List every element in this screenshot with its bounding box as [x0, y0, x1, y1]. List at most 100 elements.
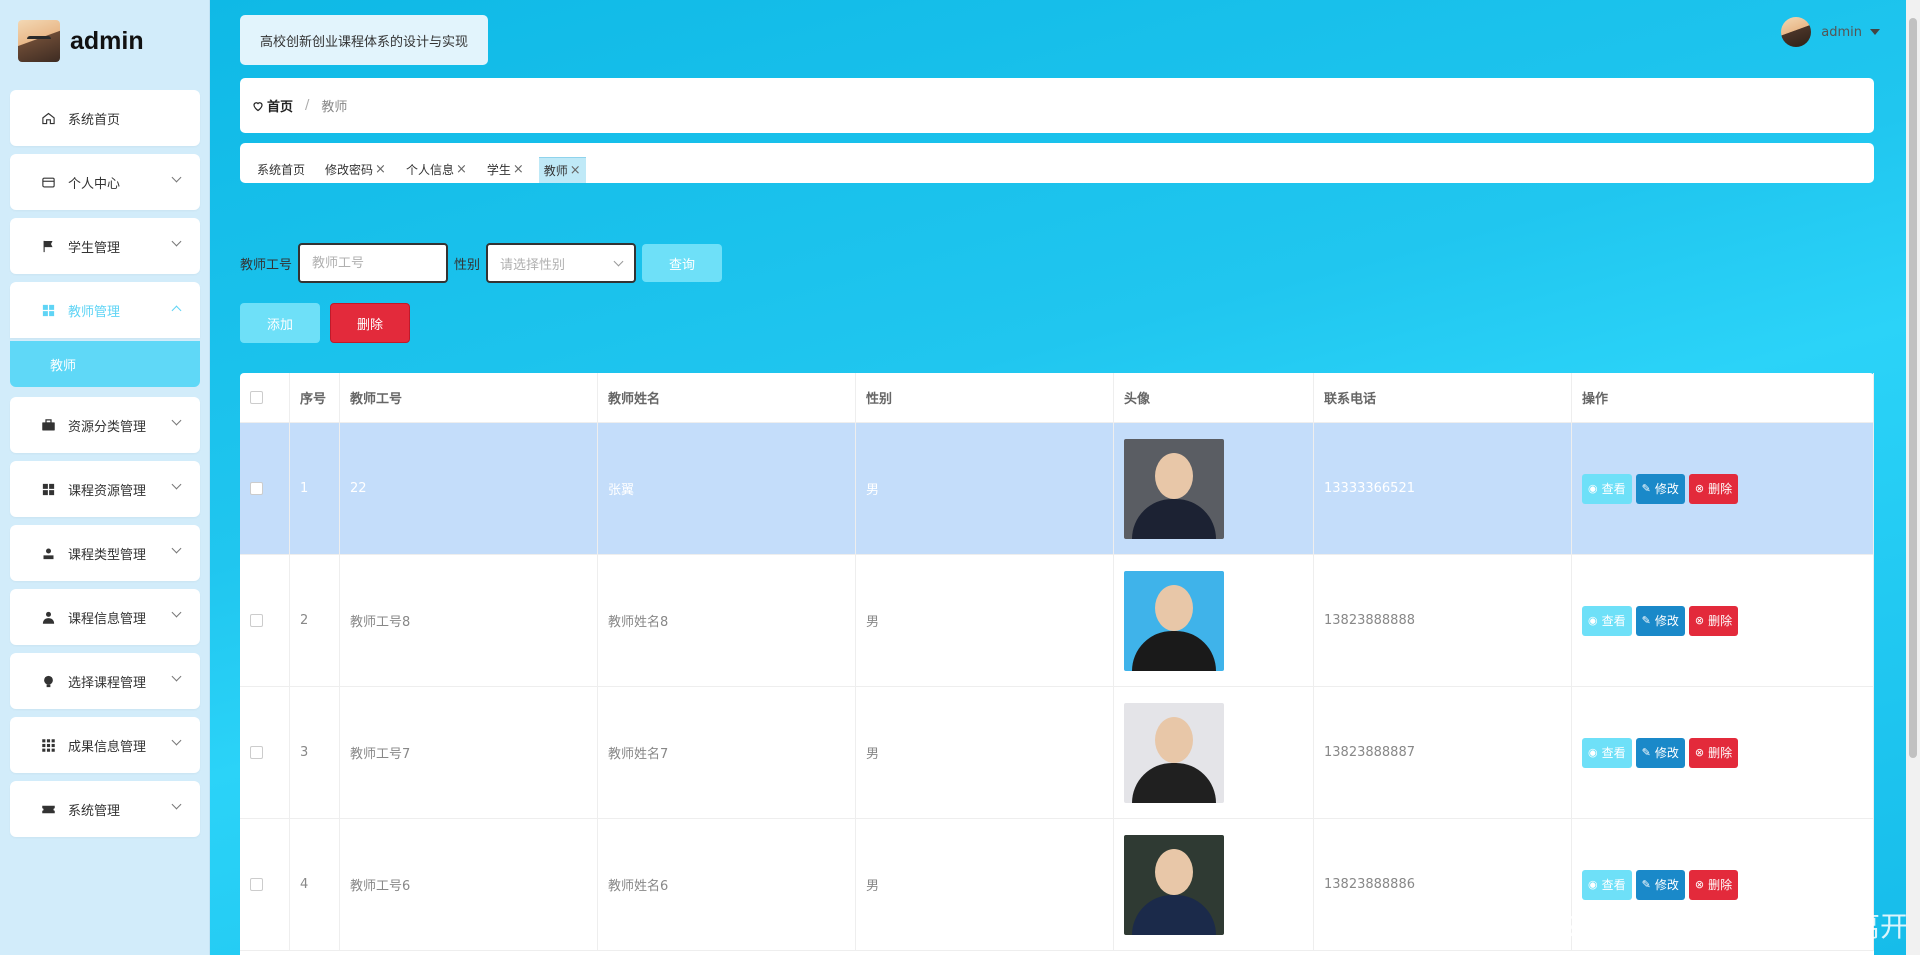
- person-icon: [40, 609, 56, 625]
- teacher-photo: [1124, 570, 1224, 671]
- sidebar-item-10[interactable]: 成果信息管理: [10, 717, 200, 773]
- tab-4[interactable]: 学生 ×: [482, 157, 529, 183]
- row-action-group: ◉ 查看 ✎ 修改 ⊗ 删除: [1582, 605, 1742, 636]
- row-index: 1: [290, 423, 340, 554]
- breadcrumb-home[interactable]: 首页: [252, 96, 293, 115]
- teacher-id-input[interactable]: [298, 243, 449, 283]
- delete-button[interactable]: 删除: [330, 303, 410, 343]
- edit-button[interactable]: ✎ 修改: [1635, 869, 1685, 900]
- view-button-label: 查看: [1601, 878, 1626, 892]
- teacher-photo-cell: [1114, 555, 1314, 686]
- query-button[interactable]: 查询: [642, 244, 723, 282]
- sidebar-item-label: 资源分类管理: [68, 419, 147, 435]
- teacher-photo: [1124, 438, 1224, 539]
- gender-select-placeholder: 请选择性别: [500, 257, 566, 273]
- sidebar-item-5[interactable]: 资源分类管理: [10, 397, 200, 453]
- close-icon[interactable]: ×: [570, 158, 581, 184]
- tab-label: 学生: [486, 163, 511, 177]
- scrollbar-thumb[interactable]: [1909, 18, 1917, 758]
- sidebar: admin 系统首页个人中心学生管理教师管理资源分类管理 课程资源管理 课程类型管理…: [0, 0, 210, 955]
- column-header: 教师工号: [340, 373, 598, 422]
- edit-button[interactable]: ✎ 修改: [1635, 605, 1685, 636]
- user-menu[interactable]: admin: [1781, 17, 1880, 47]
- brand-name: admin: [70, 26, 144, 55]
- sidebar-item-label: 课程资源管理: [68, 483, 147, 499]
- delete-icon: ⊗: [1694, 878, 1705, 891]
- tab-2[interactable]: 修改密码 ×: [320, 157, 391, 183]
- close-icon[interactable]: ×: [513, 157, 524, 183]
- sidebar-item-1[interactable]: 系统首页: [10, 90, 200, 146]
- view-button[interactable]: ◉ 查看: [1582, 737, 1632, 768]
- row-checkbox[interactable]: [250, 482, 263, 495]
- row-select-cell: [240, 423, 290, 554]
- row-checkbox[interactable]: [250, 614, 263, 627]
- sidebar-item-2[interactable]: 个人中心: [10, 154, 200, 210]
- sidebar-item-8[interactable]: 课程信息管理: [10, 589, 200, 645]
- sidebar-item-label: 课程类型管理: [68, 547, 147, 563]
- chevron-down-icon: [171, 479, 182, 490]
- add-button[interactable]: 添加: [240, 303, 320, 343]
- delete-icon: ⊗: [1694, 482, 1705, 495]
- table-row[interactable]: 3 教师工号7 教师姓名7 男 13823888887 ◉ 查看 ✎ 修改 ⊗ 删除: [240, 687, 1874, 819]
- tab-5[interactable]: 教师 ×: [538, 157, 586, 184]
- ticket-icon: [40, 801, 56, 817]
- row-actions: ◉ 查看 ✎ 修改 ⊗ 删除: [1572, 555, 1874, 686]
- sidebar-item-label: 系统首页: [68, 112, 121, 128]
- delete-icon: ⊗: [1694, 746, 1705, 759]
- view-button[interactable]: ◉ 查看: [1582, 869, 1632, 900]
- close-icon[interactable]: ×: [375, 157, 386, 183]
- edit-button-label: 修改: [1654, 878, 1679, 892]
- teacher-phone: 13823888887: [1314, 687, 1572, 818]
- edit-button[interactable]: ✎ 修改: [1635, 473, 1685, 504]
- row-delete-button[interactable]: ⊗ 删除: [1688, 869, 1739, 900]
- row-delete-button[interactable]: ⊗ 删除: [1688, 605, 1739, 636]
- row-delete-button-label: 删除: [1708, 482, 1733, 496]
- chevron-down-icon: [171, 236, 182, 247]
- chevron-down-icon: [171, 799, 182, 810]
- sidebar-item-9[interactable]: 选择课程管理: [10, 653, 200, 709]
- edit-button-label: 修改: [1654, 482, 1679, 496]
- delete-icon: ⊗: [1694, 614, 1705, 627]
- row-checkbox[interactable]: [250, 746, 263, 759]
- sidebar-subitem-teacher[interactable]: 教师: [10, 341, 200, 387]
- tab-1[interactable]: 系统首页: [252, 157, 310, 183]
- row-index: 2: [290, 555, 340, 686]
- teacher-photo: [1124, 834, 1224, 935]
- brand: admin: [0, 0, 209, 82]
- select-all-cell: [240, 373, 290, 422]
- teacher-name: 教师姓名6: [598, 819, 856, 950]
- close-icon[interactable]: ×: [456, 157, 467, 183]
- user-avatar: [1781, 17, 1812, 47]
- page-scrollbar[interactable]: [1906, 0, 1920, 955]
- row-action-group: ◉ 查看 ✎ 修改 ⊗ 删除: [1582, 869, 1742, 900]
- view-button[interactable]: ◉ 查看: [1582, 473, 1632, 504]
- home-icon: [40, 110, 56, 126]
- tab-3[interactable]: 个人信息 ×: [401, 157, 472, 183]
- heart-icon: [253, 101, 263, 111]
- row-delete-button[interactable]: ⊗ 删除: [1688, 473, 1739, 504]
- sidebar-item-4[interactable]: 教师管理: [10, 282, 200, 338]
- select-all-checkbox[interactable]: [250, 391, 263, 404]
- sidebar-item-11[interactable]: 系统管理: [10, 781, 200, 837]
- tab-label: 修改密码: [325, 163, 374, 177]
- column-header: 操作: [1572, 373, 1874, 422]
- table-row[interactable]: 1 22 张翼男 13333366521 ◉ 查看 ✎ 修改 ⊗ 删除: [240, 423, 1874, 555]
- row-checkbox[interactable]: [250, 878, 263, 891]
- gender-select[interactable]: 请选择性别: [486, 243, 637, 283]
- column-header: 教师姓名: [598, 373, 856, 422]
- sidebar-item-6[interactable]: 课程资源管理: [10, 461, 200, 517]
- view-button[interactable]: ◉ 查看: [1582, 605, 1632, 636]
- row-delete-button[interactable]: ⊗ 删除: [1688, 737, 1739, 768]
- sidebar-item-label: 个人中心: [68, 176, 121, 192]
- table-row[interactable]: 2 教师工号8 教师姓名8 男 13823888888 ◉ 查看 ✎ 修改 ⊗ 删除: [240, 555, 1874, 687]
- row-delete-button-label: 删除: [1708, 614, 1733, 628]
- row-select-cell: [240, 555, 290, 686]
- user-name: admin: [1821, 24, 1862, 40]
- edit-button[interactable]: ✎ 修改: [1635, 737, 1685, 768]
- row-action-group: ◉ 查看 ✎ 修改 ⊗ 删除: [1582, 737, 1742, 768]
- sidebar-item-7[interactable]: 课程类型管理: [10, 525, 200, 581]
- row-delete-button-label: 删除: [1708, 746, 1733, 760]
- sidebar-item-3[interactable]: 学生管理: [10, 218, 200, 274]
- grid-icon: [40, 302, 56, 318]
- row-actions: ◉ 查看 ✎ 修改 ⊗ 删除: [1572, 423, 1874, 554]
